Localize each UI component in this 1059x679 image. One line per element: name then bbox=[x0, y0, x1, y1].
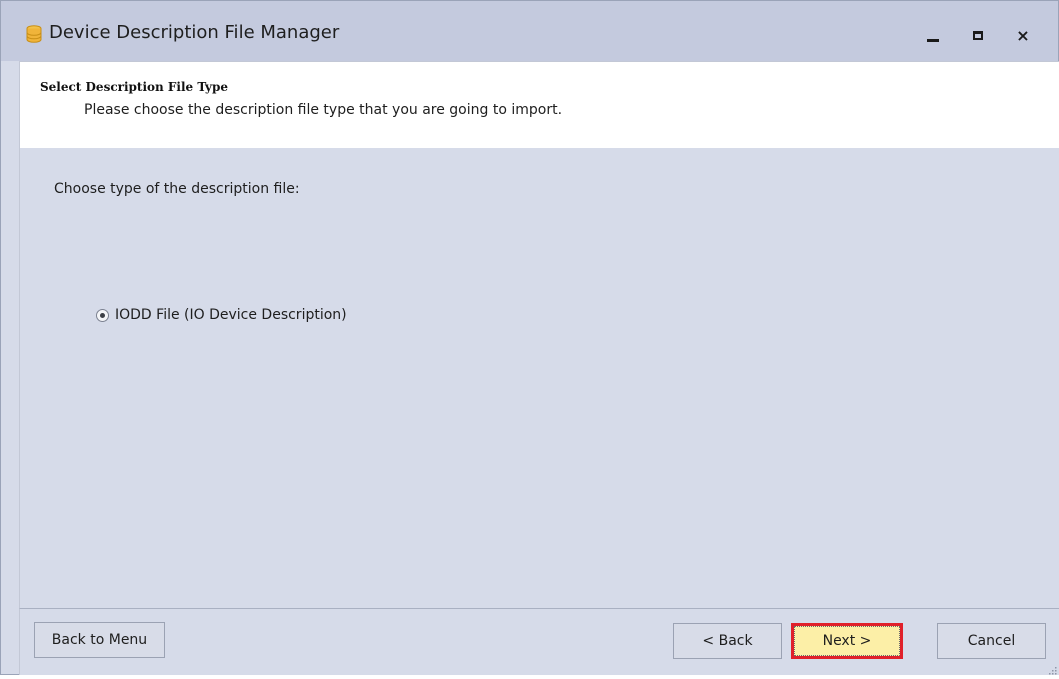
file-type-prompt: Choose type of the description file: bbox=[54, 181, 300, 197]
wizard-content: Choose type of the description file: IOD… bbox=[19, 148, 1059, 608]
wizard-header: Select Description File Type Please choo… bbox=[19, 61, 1059, 149]
next-button-label[interactable]: Next > bbox=[794, 626, 900, 656]
radio-button[interactable] bbox=[96, 308, 109, 322]
title-bar[interactable]: Device Description File Manager × bbox=[1, 1, 1058, 61]
close-icon: × bbox=[1016, 25, 1030, 45]
wizard-footer: Back to Menu < Back Next > Cancel bbox=[19, 608, 1059, 675]
radio-selected-dot bbox=[100, 312, 105, 318]
maximize-button[interactable] bbox=[959, 17, 997, 53]
next-button[interactable]: Next > bbox=[791, 623, 903, 659]
wizard-step-title: Select Description File Type bbox=[40, 80, 228, 94]
dialog-window: Device Description File Manager × Select… bbox=[0, 0, 1059, 675]
cancel-button[interactable]: Cancel bbox=[937, 623, 1046, 659]
wizard-step-subtitle: Please choose the description file type … bbox=[84, 102, 563, 118]
radio-option-label[interactable]: IODD File (IO Device Description) bbox=[115, 307, 347, 323]
database-icon bbox=[26, 25, 42, 43]
back-button[interactable]: < Back bbox=[673, 623, 782, 659]
close-button[interactable]: × bbox=[1004, 17, 1042, 53]
maximize-icon bbox=[973, 30, 983, 40]
back-to-menu-button[interactable]: Back to Menu bbox=[34, 622, 165, 658]
minimize-icon bbox=[927, 38, 939, 42]
window-title: Device Description File Manager bbox=[49, 22, 340, 43]
minimize-button[interactable] bbox=[914, 17, 952, 53]
resize-grip-icon[interactable] bbox=[1047, 663, 1057, 675]
radio-option-iodd[interactable]: IODD File (IO Device Description) bbox=[96, 307, 347, 323]
